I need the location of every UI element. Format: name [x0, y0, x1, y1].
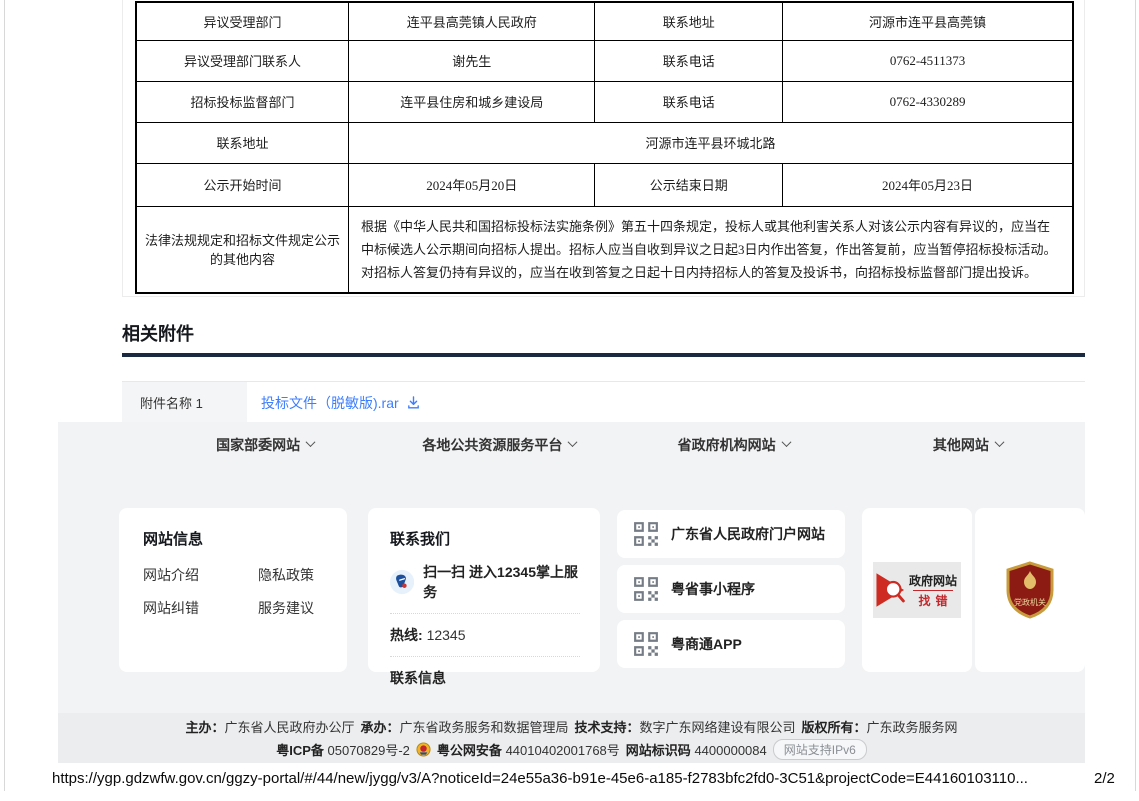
- qr-card-label: 广东省人民政府门户网站: [671, 524, 825, 544]
- host-value: 广东省人民政府办公厅: [224, 720, 354, 735]
- footer-link-nav: 国家部委网站 各地公共资源服务平台 省政府机构网站 其他网站: [58, 422, 1085, 468]
- contact-card: 联系我们 扫一扫 进入12345掌上服务 热线: 12345 联系信息: [368, 508, 600, 672]
- site-info-card: 网站信息 网站介绍 隐私政策 网站纠错 服务建议: [119, 508, 347, 672]
- field-label: 联系地址: [595, 2, 783, 40]
- svg-text:党政机关: 党政机关: [1014, 597, 1046, 607]
- tech-support-label: 技术支持：: [575, 720, 640, 735]
- attachment-name-label: 附件名称 1: [122, 382, 247, 423]
- scan-12345-text: 扫一扫 进入12345掌上服务: [423, 562, 580, 602]
- chevron-down-icon: [994, 437, 1004, 447]
- attachment-row: 附件名称 1 投标文件（脱敏版).rar: [122, 381, 1085, 423]
- ipv6-support-pill: 网站支持IPv6: [773, 739, 867, 760]
- table-row: 异议受理部门 连平县高莞镇人民政府 联系地址 河源市连平县高莞镇: [136, 2, 1073, 40]
- police-badge-icon: [416, 742, 431, 757]
- table-row: 异议受理部门联系人 谢先生 联系电话 0762-4511373: [136, 40, 1073, 81]
- gov-site-find-error-badge[interactable]: 政府网站 找错: [862, 508, 972, 672]
- field-value: 连平县高莞镇人民政府: [349, 2, 595, 40]
- icp-filing-link[interactable]: 粤ICP备 05070829号-2: [276, 740, 410, 759]
- qr-code-icon: [633, 631, 659, 657]
- qr-card-gd-gov-portal[interactable]: 广东省人民政府门户网站: [617, 510, 845, 558]
- print-footer-page-number: 2/2: [1094, 770, 1115, 787]
- attachments-section-title: 相关附件: [122, 320, 194, 346]
- field-value: 谢先生: [349, 40, 595, 81]
- psb-filing-link[interactable]: 粤公网安备 44010402001768号: [437, 740, 620, 759]
- chevron-down-icon: [306, 437, 316, 447]
- nav-label: 各地公共资源服务平台: [422, 435, 562, 455]
- nav-other-sites[interactable]: 其他网站: [851, 435, 1085, 455]
- copyright-value: 广东政务服务网: [867, 720, 958, 735]
- field-value: 连平县住房和城乡建设局: [349, 81, 595, 122]
- find-error-badge-line2: 找错: [913, 590, 952, 609]
- link-service-suggestion[interactable]: 服务建议: [258, 598, 347, 618]
- chevron-down-icon: [781, 437, 791, 447]
- page-edge-left: [4, 0, 5, 791]
- host-label: 主办：: [185, 720, 224, 735]
- field-label: 招标投标监督部门: [136, 81, 349, 122]
- table-row: 招标投标监督部门 连平县住房和城乡建设局 联系电话 0762-4330289: [136, 81, 1073, 122]
- field-value: 2024年05月20日: [349, 163, 595, 206]
- qr-code-icon: [633, 576, 659, 602]
- page-edge-right: [1135, 0, 1136, 791]
- nav-national-ministries[interactable]: 国家部委网站: [148, 435, 382, 455]
- field-value: 0762-4330289: [783, 81, 1073, 122]
- field-value-long-text: 根据《中华人民共和国招标投标法实施条例》第五十四条规定，投标人或其他利害关系人对…: [349, 206, 1073, 293]
- nav-label: 其他网站: [933, 435, 989, 455]
- field-label: 异议受理部门联系人: [136, 40, 349, 81]
- table-row: 法律法规规定和招标文件规定公示的其他内容 根据《中华人民共和国招标投标法实施条例…: [136, 206, 1073, 293]
- qr-card-yueshengshi[interactable]: 粤省事小程序: [617, 565, 845, 613]
- section-title-rule: [122, 353, 1085, 357]
- notice-detail-table: 异议受理部门 连平县高莞镇人民政府 联系地址 河源市连平县高莞镇 异议受理部门联…: [135, 1, 1074, 294]
- download-icon[interactable]: [406, 395, 421, 410]
- site-footer: 国家部委网站 各地公共资源服务平台 省政府机构网站 其他网站 网站信息 网站介绍…: [58, 422, 1085, 763]
- contact-title: 联系我们: [390, 528, 580, 549]
- qr-code-icon: [633, 521, 659, 547]
- tech-support-value: 数字广东网络建设有限公司: [640, 720, 796, 735]
- qr-card-label: 粤省事小程序: [671, 579, 755, 599]
- scan-12345-link[interactable]: 扫一扫 进入12345掌上服务: [390, 562, 580, 602]
- chevron-down-icon: [568, 437, 578, 447]
- nav-label: 国家部委网站: [216, 435, 300, 455]
- table-row: 联系地址 河源市连平县环城北路: [136, 122, 1073, 163]
- dotted-divider: [390, 656, 580, 657]
- link-privacy-policy[interactable]: 隐私政策: [258, 565, 347, 585]
- party-gov-shield-badge[interactable]: 党政机关: [975, 508, 1085, 672]
- find-error-magnifier-icon: [875, 566, 907, 614]
- dotted-divider: [390, 613, 580, 614]
- qr-card-label: 粤商通APP: [671, 634, 742, 654]
- nav-label: 省政府机构网站: [678, 435, 776, 455]
- qr-card-yueshangtong[interactable]: 粤商通APP: [617, 620, 845, 668]
- site-info-title: 网站信息: [143, 528, 347, 549]
- field-label: 联系地址: [136, 122, 349, 163]
- organizer-value: 广东省政务服务和数据管理局: [399, 720, 568, 735]
- find-error-badge-line1: 政府网站: [909, 572, 957, 589]
- shield-icon: 党政机关: [1004, 561, 1056, 619]
- field-value: 河源市连平县环城北路: [349, 122, 1073, 163]
- site-code: 网站标识码 4400000084: [626, 740, 767, 759]
- table-row: 公示开始时间 2024年05月20日 公示结束日期 2024年05月23日: [136, 163, 1073, 206]
- nav-public-resource-platforms[interactable]: 各地公共资源服务平台: [382, 435, 616, 455]
- nav-provincial-gov-sites[interactable]: 省政府机构网站: [617, 435, 851, 455]
- link-site-error-report[interactable]: 网站纠错: [143, 598, 258, 618]
- field-label: 异议受理部门: [136, 2, 349, 40]
- field-label: 联系电话: [595, 81, 783, 122]
- link-site-intro[interactable]: 网站介绍: [143, 565, 258, 585]
- contact-info-label[interactable]: 联系信息: [390, 668, 580, 688]
- field-label: 公示开始时间: [136, 163, 349, 206]
- field-label: 公示结束日期: [595, 163, 783, 206]
- organizer-label: 承办：: [360, 720, 399, 735]
- footer-meta-strip: 主办：广东省人民政府办公厅 承办：广东省政务服务和数据管理局 技术支持：数字广东…: [58, 713, 1085, 763]
- hotline-label: 热线:: [390, 627, 423, 643]
- 12345-app-icon: [390, 569, 414, 595]
- field-value: 2024年05月23日: [783, 163, 1073, 206]
- notice-table-container: 异议受理部门 连平县高莞镇人民政府 联系地址 河源市连平县高莞镇 异议受理部门联…: [122, 0, 1085, 297]
- hotline-number: 12345: [427, 627, 466, 643]
- print-footer-url: https://ygp.gdzwfw.gov.cn/ggzy-portal/#/…: [52, 770, 1028, 787]
- field-label: 法律法规规定和招标文件规定公示的其他内容: [136, 206, 349, 293]
- field-label: 联系电话: [595, 40, 783, 81]
- field-value: 0762-4511373: [783, 40, 1073, 81]
- attachment-file-link[interactable]: 投标文件（脱敏版).rar: [261, 393, 421, 413]
- copyright-label: 版权所有：: [802, 720, 867, 735]
- attachment-file-name[interactable]: 投标文件（脱敏版).rar: [261, 393, 399, 413]
- field-value: 河源市连平县高莞镇: [783, 2, 1073, 40]
